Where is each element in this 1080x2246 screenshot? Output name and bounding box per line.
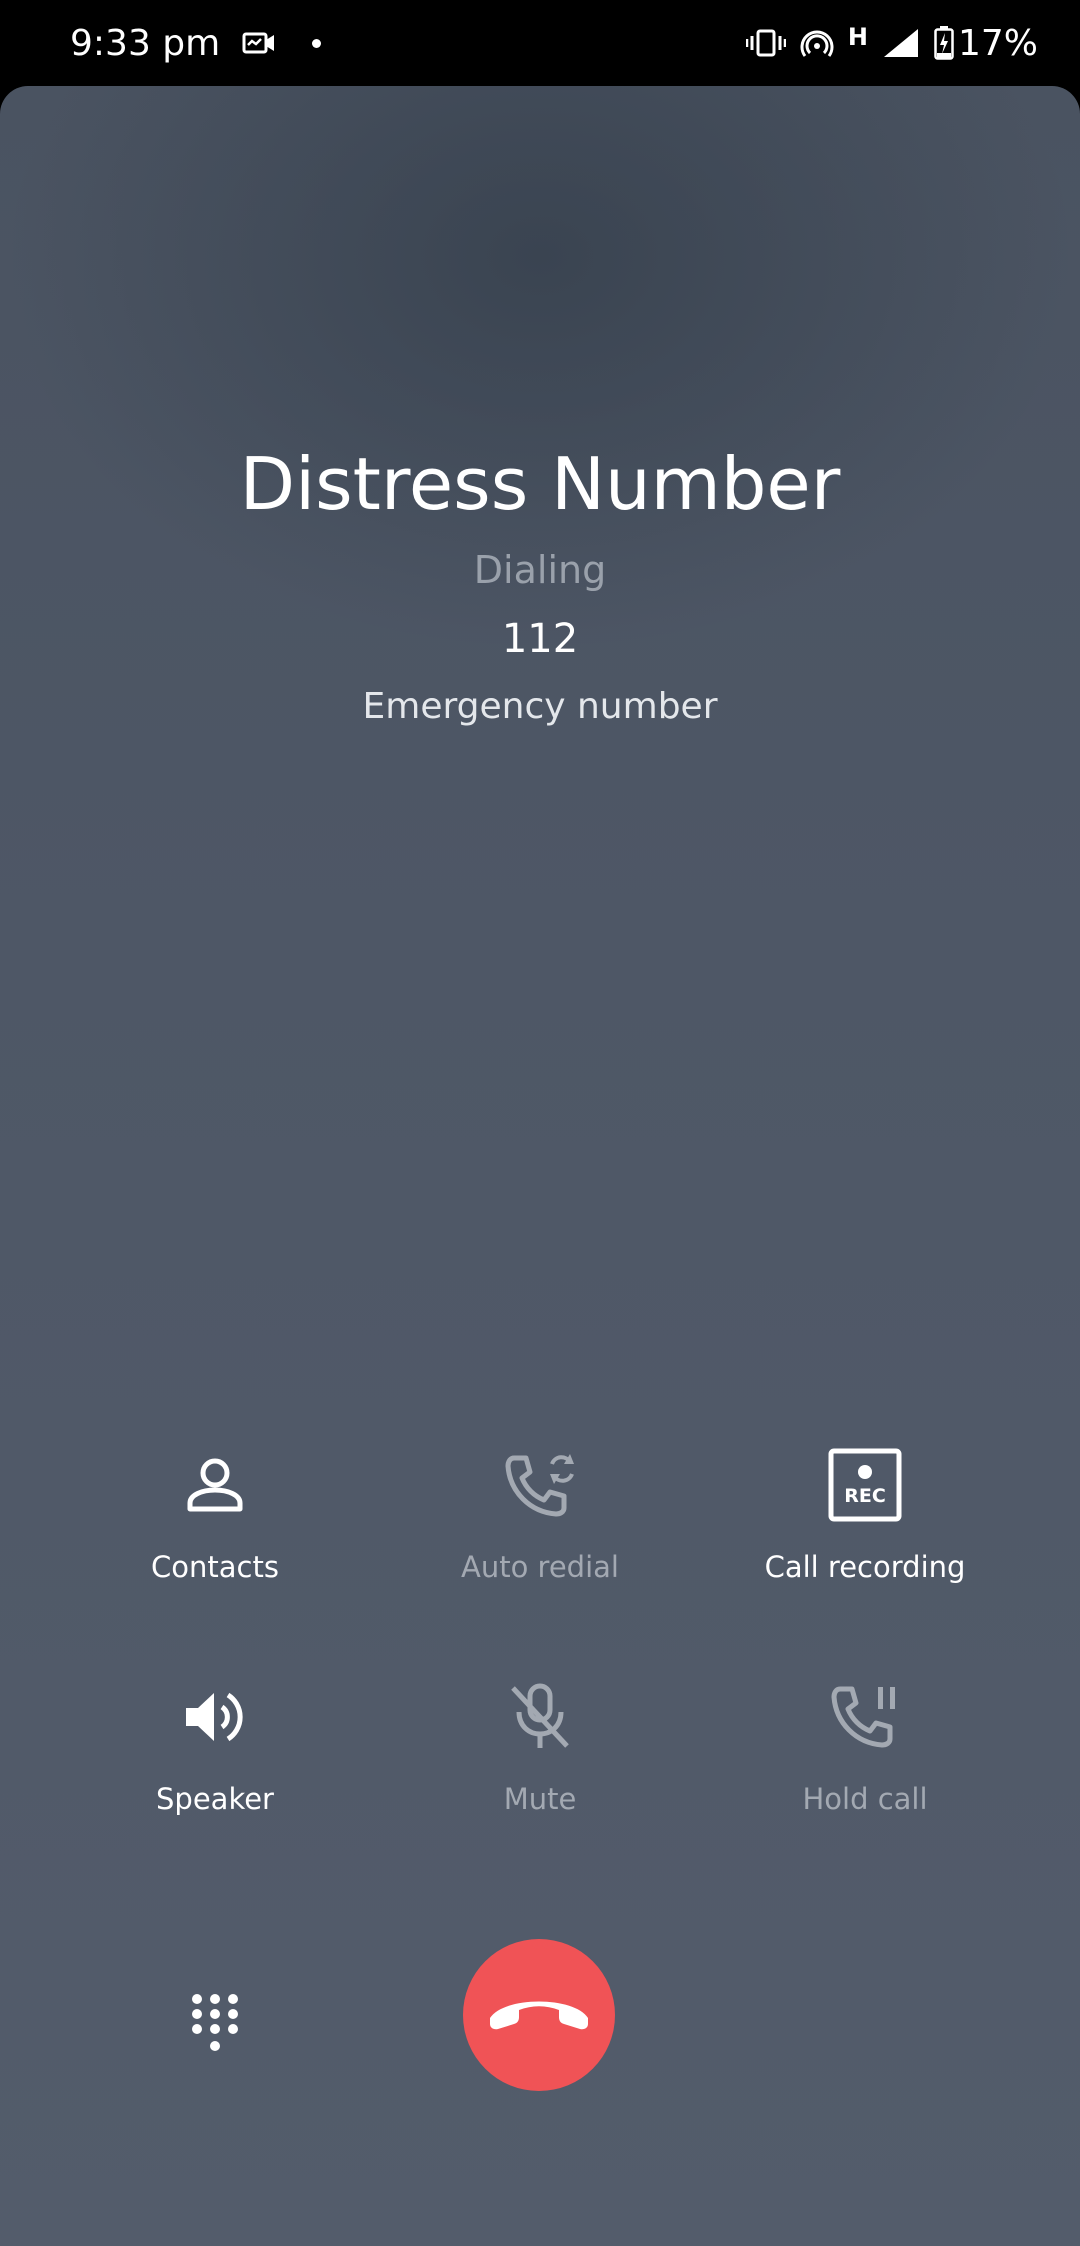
mute-button[interactable]: Mute: [370, 1674, 710, 1816]
end-call-icon: [484, 1988, 594, 2042]
caller-name: Distress Number: [239, 442, 841, 526]
call-number: 112: [501, 616, 579, 662]
speaker-button[interactable]: Speaker: [45, 1674, 385, 1816]
status-time: 9:33 pm: [70, 22, 221, 64]
network-type-indicator: H: [848, 25, 868, 55]
hold-call-label: Hold call: [802, 1782, 928, 1816]
status-left: 9:33 pm: [70, 20, 322, 66]
auto-redial-icon: [370, 1442, 710, 1528]
hold-call-button[interactable]: Hold call: [695, 1674, 1035, 1816]
end-call-button[interactable]: [463, 1939, 615, 2091]
mute-label: Mute: [503, 1782, 577, 1816]
status-bar: 9:33 pm H 17%: [0, 0, 1080, 86]
call-recording-label: Call recording: [764, 1550, 966, 1584]
call-recording-button[interactable]: REC Call recording: [695, 1442, 1035, 1584]
status-right: H 17%: [732, 20, 1038, 66]
call-number-label: Emergency number: [362, 686, 718, 727]
mic-off-icon: [370, 1674, 710, 1760]
video-call-icon: [242, 30, 276, 56]
battery-charging-icon: [934, 26, 954, 60]
call-status: Dialing: [473, 548, 607, 592]
network-type-label: H: [847, 23, 868, 51]
speaker-label: Speaker: [156, 1782, 274, 1816]
auto-redial-button[interactable]: Auto redial: [370, 1442, 710, 1584]
auto-redial-label: Auto redial: [461, 1550, 619, 1584]
battery-percent: 17%: [957, 22, 1038, 64]
speaker-icon: [45, 1674, 385, 1760]
contacts-button[interactable]: Contacts: [45, 1442, 385, 1584]
rec-icon: REC: [695, 1442, 1035, 1528]
contacts-label: Contacts: [151, 1550, 279, 1584]
dialpad-button[interactable]: [175, 1986, 255, 2066]
svg-text:REC: REC: [844, 1485, 886, 1507]
dialpad-icon: [190, 1993, 240, 2059]
vibrate-icon: [745, 28, 786, 58]
signal-icon: [882, 27, 920, 59]
call-screen: Distress Number Dialing 112 Emergency nu…: [0, 86, 1080, 2246]
hold-call-icon: [695, 1674, 1035, 1760]
notification-dot-icon: [312, 38, 322, 48]
hotspot-icon: [800, 28, 834, 58]
person-icon: [45, 1442, 385, 1528]
